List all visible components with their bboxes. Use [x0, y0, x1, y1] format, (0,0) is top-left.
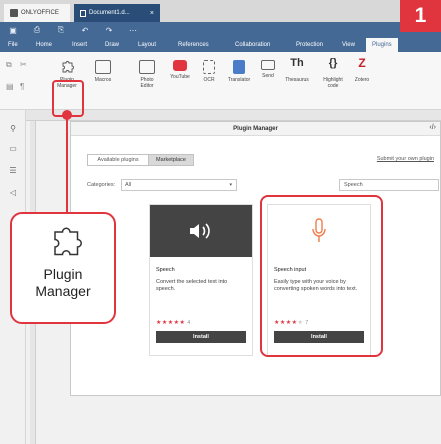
- print-icon[interactable]: ⎙: [32, 25, 42, 35]
- speaker-icon[interactable]: ◁: [7, 188, 19, 197]
- zotero-icon: Z: [358, 56, 366, 70]
- thesaurus-button[interactable]: Th Thesaurus: [282, 57, 312, 84]
- macros-label: Macros: [94, 77, 112, 83]
- rating-stars: ★★★★★: [156, 320, 186, 326]
- ocr-icon: [203, 60, 215, 74]
- cut-icon[interactable]: ✂: [20, 60, 27, 69]
- braces-icon: {}: [328, 57, 338, 69]
- navigation-icon[interactable]: ☰: [7, 166, 19, 175]
- callout-label: Plugin Manager: [12, 266, 114, 300]
- plugin-card-speech: Speech Convert the selected text into sp…: [149, 204, 253, 356]
- plugin-manager-callout: Plugin Manager: [10, 212, 116, 324]
- tab-available-plugins[interactable]: Available plugins: [87, 154, 149, 166]
- plugin-manager-dialog: Plugin Manager ‹/› Available plugins Mar…: [70, 121, 441, 396]
- tab-protection[interactable]: Protection: [296, 38, 323, 52]
- photo-editor-icon: [139, 60, 155, 74]
- tab-onlyoffice[interactable]: ONLYOFFICE: [4, 4, 70, 22]
- send-button[interactable]: Send: [258, 60, 278, 79]
- categories-label: Categories:: [87, 182, 116, 188]
- tab-document[interactable]: Document1.d... ×: [74, 4, 160, 22]
- paste-icon[interactable]: ▤: [6, 82, 14, 91]
- zotero-button[interactable]: Z Zotero: [350, 56, 374, 83]
- close-tab-icon[interactable]: ×: [150, 10, 154, 17]
- save-icon[interactable]: ▣: [8, 26, 18, 35]
- tab-file[interactable]: File: [8, 38, 18, 52]
- tab-onlyoffice-label: ONLYOFFICE: [21, 10, 59, 16]
- speech-input-highlight: [260, 195, 383, 357]
- dialog-header: Plugin Manager ‹/›: [71, 122, 440, 136]
- horizontal-ruler: [26, 110, 441, 121]
- card-title: Speech: [156, 267, 175, 273]
- dialog-title: Plugin Manager: [233, 125, 278, 132]
- callout-line2: Manager: [35, 283, 91, 299]
- tab-document-label: Document1.d...: [89, 10, 130, 16]
- youtube-icon: [173, 60, 187, 71]
- comments-icon[interactable]: ▭: [7, 144, 19, 153]
- more-icon[interactable]: ⋯: [128, 26, 138, 35]
- tab-draw[interactable]: Draw: [105, 38, 119, 52]
- photo-editor-label: Photo Editor: [140, 77, 154, 89]
- puzzle-icon: [62, 61, 74, 73]
- tab-view[interactable]: View: [342, 38, 355, 52]
- translator-icon: [233, 60, 245, 74]
- highlight-code-label: Highlight code: [323, 77, 343, 89]
- onlyoffice-window: ONLYOFFICE Document1.d... × ▣ ⎙ ⎘ ↶ ↷ ⋯ …: [0, 0, 441, 444]
- send-label: Send: [262, 73, 274, 79]
- search-value: Speech: [344, 182, 363, 188]
- tab-marketplace[interactable]: Marketplace: [148, 154, 194, 166]
- thesaurus-label: Thesaurus: [285, 77, 309, 83]
- submit-plugin-link[interactable]: Submit your own plugin: [377, 156, 434, 162]
- callout-line1: Plugin: [43, 266, 83, 282]
- translator-button[interactable]: Translator: [224, 60, 254, 83]
- plugin-search-input[interactable]: Speech: [339, 179, 439, 191]
- categories-value: All: [125, 182, 132, 188]
- tab-layout[interactable]: Layout: [138, 38, 156, 52]
- rating: ★★★★★ 4: [156, 319, 191, 326]
- tab-home[interactable]: Home: [36, 38, 52, 52]
- onlyoffice-logo-icon: [10, 9, 18, 17]
- translator-label: Translator: [227, 77, 251, 83]
- undo-icon[interactable]: ↶: [80, 26, 90, 35]
- quick-print-icon[interactable]: ⎘: [56, 25, 66, 35]
- install-button[interactable]: Install: [156, 331, 246, 343]
- ocr-button[interactable]: OCR: [200, 60, 218, 83]
- copy-icon[interactable]: ⧉: [6, 60, 12, 70]
- redo-icon[interactable]: ↷: [104, 26, 114, 35]
- tab-plugins[interactable]: Plugins: [366, 38, 398, 52]
- thesaurus-icon: Th: [290, 57, 304, 69]
- format-painter-icon[interactable]: ¶: [20, 82, 24, 91]
- chevron-down-icon: ▾: [229, 182, 232, 188]
- callout-connector: [66, 114, 68, 214]
- tab-collaboration[interactable]: Collaboration: [235, 38, 270, 52]
- menu-tabs: File Home Insert Draw Layout References …: [0, 38, 441, 52]
- youtube-button[interactable]: YouTube: [165, 60, 195, 80]
- ocr-label: OCR: [203, 77, 215, 83]
- search-icon[interactable]: ⚲: [7, 124, 19, 133]
- highlight-code-button[interactable]: {} Highlight code: [318, 57, 348, 90]
- speaker-icon: [190, 223, 210, 239]
- card-description: Convert the selected text into speech.: [156, 279, 228, 292]
- tab-references[interactable]: References: [178, 38, 209, 52]
- speech-card-image: [150, 205, 252, 257]
- step-badge: 1: [400, 0, 441, 32]
- collapse-icon[interactable]: ‹/›: [429, 124, 436, 131]
- callout-dot: [62, 110, 72, 120]
- rating-count: 4: [187, 320, 191, 326]
- macros-button[interactable]: Macros: [92, 60, 114, 83]
- photo-editor-button[interactable]: Photo Editor: [135, 60, 159, 89]
- quick-access-bar: ▣ ⎙ ⎘ ↶ ↷ ⋯: [0, 22, 441, 38]
- mail-icon: [261, 60, 275, 70]
- title-bar: ONLYOFFICE Document1.d... ×: [0, 0, 441, 22]
- categories-select[interactable]: All ▾: [121, 179, 237, 191]
- macros-icon: [95, 60, 111, 74]
- youtube-label: YouTube: [170, 74, 190, 80]
- tab-insert[interactable]: Insert: [72, 38, 87, 52]
- puzzle-icon: [54, 227, 82, 256]
- document-icon: [80, 9, 86, 17]
- zotero-label: Zotero: [354, 77, 370, 83]
